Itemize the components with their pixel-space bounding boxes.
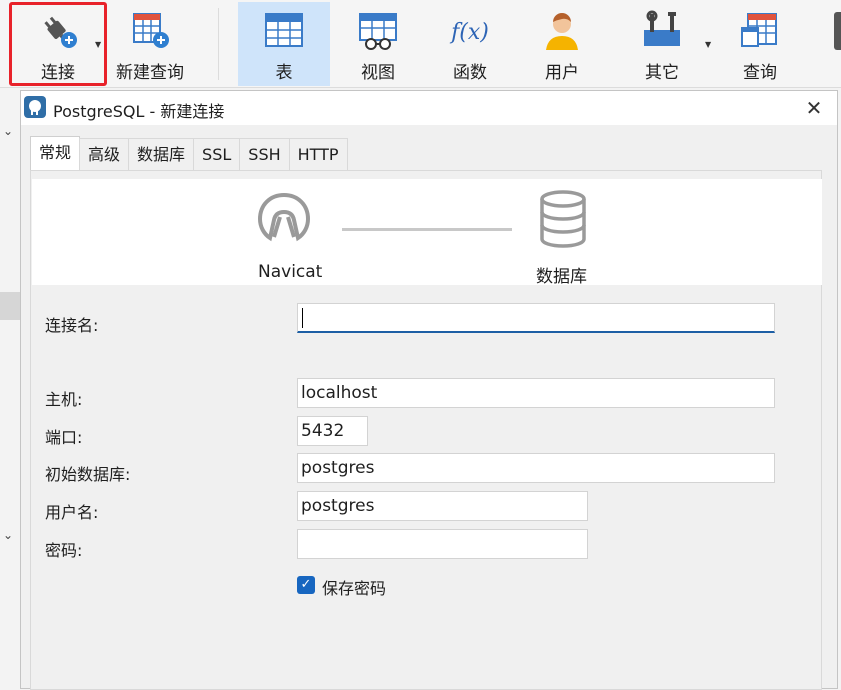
query-label: 查询 — [743, 63, 777, 83]
tab-ssl[interactable]: SSL — [193, 138, 241, 170]
other-button[interactable]: 其它 — [620, 2, 704, 86]
table-label: 表 — [275, 63, 293, 83]
table-button[interactable]: 表 — [238, 2, 330, 86]
connect-button[interactable]: 连接 — [9, 2, 107, 86]
user-icon — [540, 8, 584, 52]
tools-icon — [640, 8, 684, 52]
connection-banner: Navicat 数据库 — [32, 179, 822, 287]
postgresql-elephant-icon — [24, 96, 46, 118]
table-icon — [262, 8, 306, 52]
navicat-logo-icon — [252, 187, 316, 251]
query-icon — [738, 8, 782, 52]
user-label: 用户 — [545, 63, 579, 83]
new-connection-dialog: PostgreSQL - 新建连接 ✕ 常规 高级 数据库 SSL SSH HT… — [20, 90, 838, 690]
chevron-down-icon[interactable]: ⌄ — [3, 528, 13, 542]
view-label: 视图 — [361, 63, 395, 83]
other-dropdown-caret-icon[interactable]: ▼ — [705, 40, 711, 49]
user-button[interactable]: 用户 — [520, 2, 604, 86]
database-label: 数据库 — [536, 267, 587, 287]
function-label: 函数 — [453, 63, 487, 83]
tab-advanced[interactable]: 高级 — [79, 138, 130, 170]
password-label: 密码: — [45, 541, 83, 560]
initial-database-label: 初始数据库: — [45, 465, 131, 484]
connection-name-input[interactable] — [297, 303, 775, 333]
initial-database-input[interactable]: postgres — [297, 453, 775, 483]
username-input[interactable]: postgres — [297, 491, 588, 521]
port-input[interactable]: 5432 — [297, 416, 368, 446]
plug-icon — [36, 8, 80, 52]
save-password-label: 保存密码 — [322, 579, 387, 598]
save-password-checkbox[interactable]: ✓ — [297, 576, 315, 594]
navicat-label: Navicat — [258, 262, 323, 282]
function-glyph: f(x) — [449, 20, 489, 45]
dialog-titlebar: PostgreSQL - 新建连接 ✕ — [21, 91, 837, 125]
connect-label: 连接 — [41, 63, 75, 83]
database-icon — [538, 189, 588, 251]
host-label: 主机: — [45, 390, 83, 409]
other-label: 其它 — [645, 63, 679, 83]
close-icon[interactable]: ✕ — [803, 97, 825, 119]
dialog-tabs: 常规 高级 数据库 SSL SSH HTTP — [30, 136, 348, 170]
connection-name-label: 连接名: — [45, 316, 99, 335]
host-input[interactable]: localhost — [297, 378, 775, 408]
view-icon — [356, 8, 400, 52]
general-tab-panel: Navicat 数据库 连接名: 主机: localhost 端口: 5432 … — [30, 170, 822, 690]
text-cursor — [302, 308, 303, 328]
function-icon: f(x) — [448, 8, 492, 52]
more-tool-icon[interactable] — [834, 12, 841, 50]
tab-general[interactable]: 常规 — [30, 136, 81, 170]
new-query-button[interactable]: 新建查询 — [108, 2, 192, 86]
view-button[interactable]: 视图 — [336, 2, 420, 86]
tab-ssh[interactable]: SSH — [239, 138, 290, 170]
chevron-down-icon[interactable]: ⌄ — [3, 124, 13, 138]
toolbar-divider — [218, 8, 219, 80]
port-label: 端口: — [45, 428, 83, 447]
new-query-label: 新建查询 — [116, 63, 184, 83]
new-query-icon — [128, 8, 172, 52]
tab-http[interactable]: HTTP — [288, 138, 348, 170]
query-button[interactable]: 查询 — [718, 2, 802, 86]
connection-line — [342, 228, 512, 231]
connect-dropdown-caret-icon[interactable]: ▼ — [95, 40, 101, 49]
dialog-title: PostgreSQL - 新建连接 — [53, 102, 225, 121]
main-toolbar: 连接 ▼ 新建查询 表 视图 f(x) 函数 用户 其它 ▼ 查询 — [0, 0, 841, 88]
password-input[interactable] — [297, 529, 588, 559]
left-background-panel: ⌄ ⌄ — [0, 88, 20, 689]
left-panel-selected-row — [0, 292, 20, 320]
function-button[interactable]: f(x) 函数 — [428, 2, 512, 86]
tab-database[interactable]: 数据库 — [128, 138, 195, 170]
username-label: 用户名: — [45, 503, 99, 522]
